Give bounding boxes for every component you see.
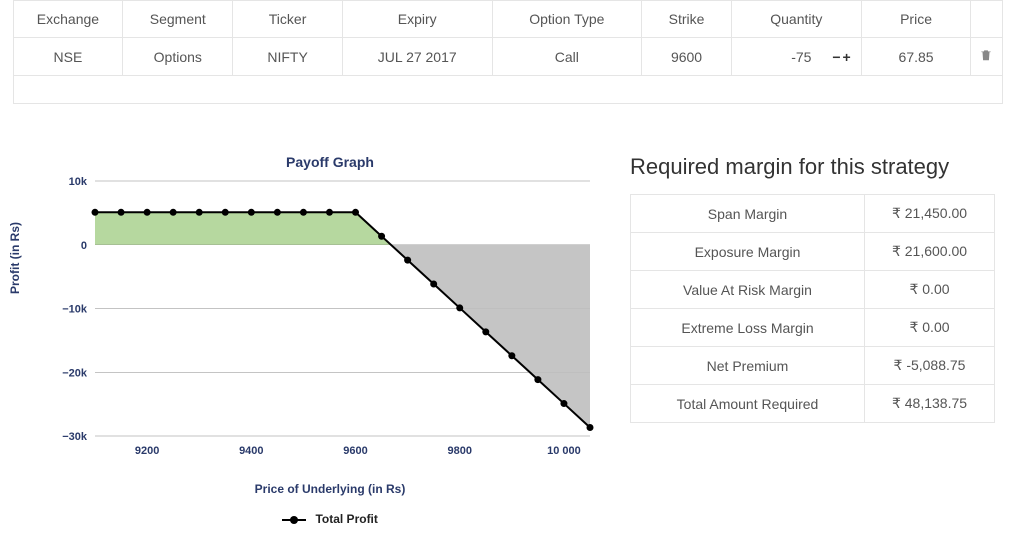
col-segment: Segment [123,1,233,38]
margin-value: ₹ -5,088.75 [865,347,995,385]
chart-title: Payoff Graph [60,154,600,170]
svg-text:10 000: 10 000 [547,445,581,457]
margin-row: Value At Risk Margin₹ 0.00 [631,271,995,309]
quantity-stepper[interactable]: −+ [832,49,852,65]
legend-marker-icon [282,519,306,521]
position-price[interactable]: 67.85 [861,38,971,76]
margin-value: ₹ 48,138.75 [865,385,995,423]
chart-ylabel: Profit (in Rs) [8,222,22,294]
position-quantity-cell: -75 −+ [731,38,861,76]
chart-legend: Total Profit [60,512,600,526]
col-option-type: Option Type [492,1,642,38]
margin-value: ₹ 0.00 [865,271,995,309]
position-row: NSE Options NIFTY JUL 27 2017 Call 9600 … [13,38,1002,76]
chart-svg: 10k 0 −10k −20k −30k 9200 9400 9600 9800 10 000 [40,176,600,466]
margin-label: Net Premium [631,347,865,385]
col-price: Price [861,1,971,38]
position-header-row: Exchange Segment Ticker Expiry Option Ty… [13,1,1002,38]
svg-text:−10k: −10k [62,304,88,316]
margin-label: Extreme Loss Margin [631,309,865,347]
svg-text:0: 0 [81,240,87,252]
col-exchange: Exchange [13,1,123,38]
svg-text:9400: 9400 [239,445,263,457]
margin-label: Exposure Margin [631,233,865,271]
margin-row: Extreme Loss Margin₹ 0.00 [631,309,995,347]
margin-panel: Required margin for this strategy Span M… [630,154,995,423]
margin-title: Required margin for this strategy [630,154,995,180]
col-quantity: Quantity [731,1,861,38]
margin-row: Exposure Margin₹ 21,600.00 [631,233,995,271]
position-table: Exchange Segment Ticker Expiry Option Ty… [13,0,1003,104]
svg-text:9800: 9800 [447,445,471,457]
position-strike[interactable]: 9600 [642,38,732,76]
delete-row-button[interactable] [971,38,1002,76]
margin-label: Span Margin [631,195,865,233]
position-exchange[interactable]: NSE [13,38,123,76]
margin-table: Span Margin₹ 21,450.00Exposure Margin₹ 2… [630,194,995,423]
svg-text:9200: 9200 [135,445,159,457]
col-expiry: Expiry [342,1,492,38]
legend-label: Total Profit [315,512,377,526]
svg-text:−30k: −30k [62,431,88,443]
margin-value: ₹ 0.00 [865,309,995,347]
svg-text:9600: 9600 [343,445,367,457]
margin-row: Net Premium₹ -5,088.75 [631,347,995,385]
position-ticker[interactable]: NIFTY [233,38,343,76]
margin-row: Span Margin₹ 21,450.00 [631,195,995,233]
position-quantity-value[interactable]: -75 [791,49,811,65]
position-option-type[interactable]: Call [492,38,642,76]
margin-value: ₹ 21,600.00 [865,233,995,271]
chart-xlabel: Price of Underlying (in Rs) [60,482,600,496]
position-segment[interactable]: Options [123,38,233,76]
position-expiry[interactable]: JUL 27 2017 [342,38,492,76]
margin-value: ₹ 21,450.00 [865,195,995,233]
svg-text:10k: 10k [69,176,88,188]
payoff-chart: Payoff Graph Profit (in Rs) 10k0−10k−20k… [20,154,600,526]
position-empty-row [13,76,1002,104]
col-ticker: Ticker [233,1,343,38]
svg-text:−20k: −20k [62,367,88,379]
margin-label: Value At Risk Margin [631,271,865,309]
col-strike: Strike [642,1,732,38]
margin-row: Total Amount Required₹ 48,138.75 [631,385,995,423]
col-actions [971,1,1002,38]
margin-label: Total Amount Required [631,385,865,423]
trash-icon [979,48,993,62]
